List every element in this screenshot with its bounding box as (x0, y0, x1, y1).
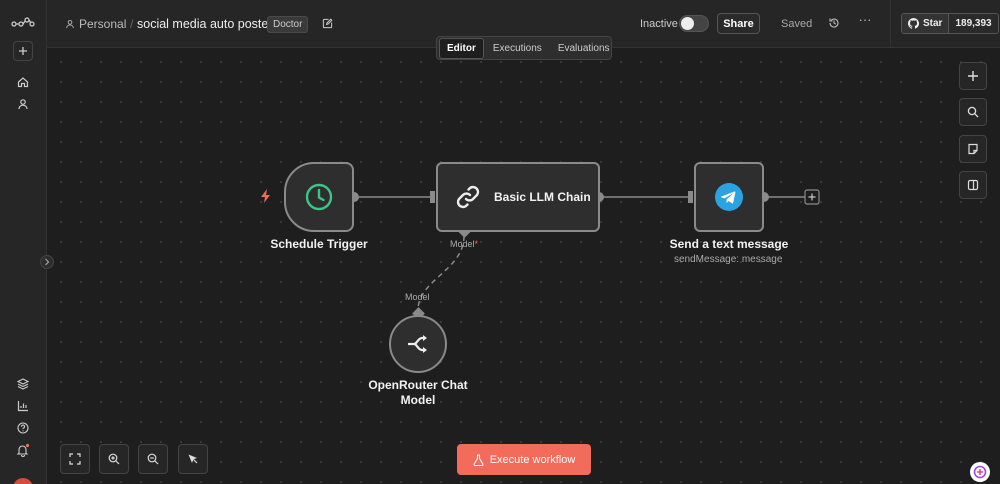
basic-llm-chain-node[interactable]: Basic LLM Chain (436, 162, 600, 232)
user-avatar[interactable] (13, 478, 33, 484)
model-node-connector-label: Model (405, 292, 430, 302)
share-button[interactable]: Share (717, 13, 760, 34)
fit-view-button[interactable] (60, 444, 90, 474)
tab-evaluations[interactable]: Evaluations (551, 39, 617, 58)
telegram-icon (715, 183, 743, 211)
cursor-icon (188, 454, 198, 464)
toggle-knob (681, 17, 694, 30)
more-options-icon[interactable]: ··· (857, 13, 873, 30)
workflow-tag[interactable]: Doctor (267, 16, 309, 33)
activation-toggle[interactable] (679, 15, 709, 32)
plus-icon (968, 71, 978, 81)
workflow-name[interactable]: social media auto poster (137, 17, 273, 31)
zoom-out-button[interactable] (138, 444, 168, 474)
search-nodes-button[interactable] (959, 98, 987, 126)
send-text-message-node[interactable] (694, 162, 764, 232)
send-text-message-subtitle: sendMessage: message (674, 254, 783, 265)
history-icon[interactable] (827, 16, 841, 30)
user-icon (66, 19, 74, 29)
n8n-logo-icon[interactable] (11, 12, 35, 32)
add-sticky-note-button[interactable] (959, 135, 987, 163)
openrouter-icon (408, 335, 427, 353)
link-chain-icon (456, 185, 480, 209)
select-mode-button[interactable] (178, 444, 208, 474)
breadcrumb-project[interactable]: Personal (65, 17, 126, 31)
panel-icon (967, 179, 979, 191)
view-tabs: Editor Executions Evaluations (436, 36, 612, 60)
schedule-trigger-label: Schedule Trigger (270, 237, 368, 251)
notifications-bell-icon[interactable] (13, 440, 33, 460)
templates-icon[interactable] (13, 374, 33, 394)
basic-llm-chain-label: Basic LLM Chain (494, 190, 591, 204)
send-text-message-label: Send a text message (669, 237, 789, 251)
help-icon[interactable] (13, 418, 33, 438)
sidebar-collapse-toggle[interactable] (40, 255, 54, 269)
sticky-note-icon (968, 143, 978, 155)
chevron-right-icon (45, 258, 50, 266)
lightning-bolt-icon (261, 189, 270, 203)
github-star-button[interactable]: Star (902, 14, 950, 33)
toggle-panel-button[interactable] (959, 171, 987, 199)
search-icon (967, 106, 979, 118)
create-new-icon[interactable] (13, 41, 33, 61)
activation-status: Inactive (640, 18, 678, 30)
flask-icon (473, 453, 484, 466)
edit-workflow-button[interactable] (318, 14, 336, 32)
llm-model-connector-label: Model* (450, 239, 479, 249)
left-sidebar (0, 0, 47, 484)
github-icon (908, 18, 919, 29)
github-star-count: 189,393 (949, 14, 998, 33)
tab-executions[interactable]: Executions (486, 39, 549, 58)
workflow-canvas[interactable] (47, 48, 1000, 484)
github-star-label: Star (923, 18, 943, 29)
user-icon[interactable] (13, 94, 33, 114)
zoom-in-button[interactable] (99, 444, 129, 474)
clock-icon (305, 183, 333, 211)
breadcrumb-separator: / (130, 17, 134, 31)
openrouter-label-line2: Model (400, 393, 436, 407)
topbar-divider (890, 0, 891, 48)
zoom-in-icon (108, 453, 120, 465)
home-icon[interactable] (13, 72, 33, 92)
zoom-out-icon (147, 453, 159, 465)
execute-workflow-button[interactable]: Execute workflow (457, 444, 591, 475)
schedule-trigger-node[interactable] (284, 162, 354, 232)
execute-workflow-label: Execute workflow (489, 453, 576, 466)
save-status: Saved (781, 18, 813, 30)
project-name: Personal (79, 17, 127, 31)
openrouter-label-line1: OpenRouter Chat (368, 378, 468, 392)
tab-editor[interactable]: Editor (439, 37, 484, 59)
edit-icon (322, 17, 333, 28)
ai-assistant-icon (973, 465, 987, 479)
ai-assistant-button[interactable] (970, 462, 990, 482)
openrouter-chat-model-label: OpenRouter Chat Model (358, 378, 478, 408)
github-star-widget[interactable]: Star 189,393 (901, 13, 999, 34)
fit-view-icon (69, 453, 81, 465)
add-node-button[interactable] (959, 62, 987, 90)
openrouter-chat-model-node[interactable] (389, 315, 447, 373)
insights-icon[interactable] (13, 396, 33, 416)
